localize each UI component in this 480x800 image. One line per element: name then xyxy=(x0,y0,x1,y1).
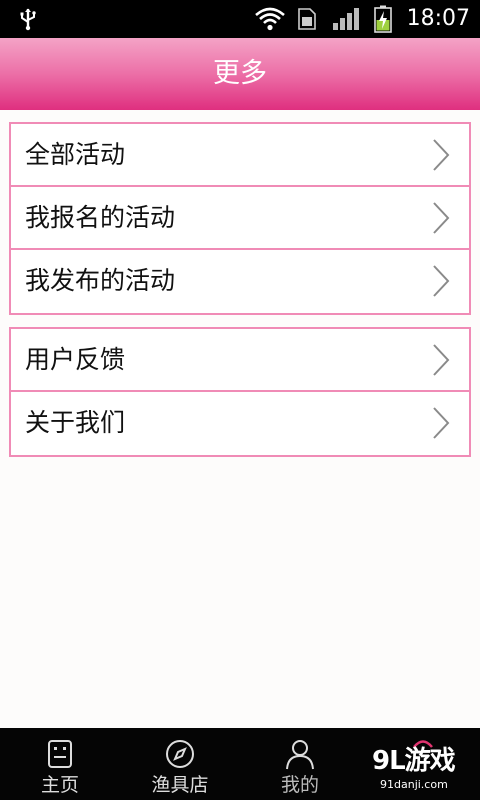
menu-item-label: 全部活动 xyxy=(25,140,126,169)
sim-card-icon xyxy=(298,8,316,30)
tab-mine[interactable]: 我的 xyxy=(240,728,360,800)
tab-tackle-shop[interactable]: 渔具店 xyxy=(120,728,240,800)
tab-label: 我的 xyxy=(280,774,319,796)
menu-item-label: 我发布的活动 xyxy=(25,266,176,295)
info-menu-group: 用户反馈 关于我们 xyxy=(9,327,471,457)
chevron-right-icon xyxy=(433,344,450,376)
menu-item-my-published-activities[interactable]: 我发布的活动 xyxy=(11,250,469,313)
tab-label: 主页 xyxy=(40,774,79,796)
watermark-logo: 9L游戏 91danji.com xyxy=(368,736,476,798)
page-title: 更多 xyxy=(213,58,267,89)
menu-item-label: 关于我们 xyxy=(25,408,126,437)
user-icon xyxy=(286,740,314,770)
page-header: 更多 xyxy=(0,38,480,110)
activity-menu-group: 全部活动 我报名的活动 我发布的活动 xyxy=(9,122,471,315)
tab-home[interactable]: 主页 xyxy=(0,728,120,800)
compass-icon xyxy=(166,740,194,768)
signal-icon xyxy=(333,8,359,30)
menu-item-all-activities[interactable]: 全部活动 xyxy=(11,124,469,187)
wifi-icon xyxy=(255,7,285,31)
chevron-right-icon xyxy=(433,407,450,439)
chevron-right-icon xyxy=(433,265,450,297)
chevron-right-icon xyxy=(433,202,450,234)
usb-icon xyxy=(20,8,36,31)
battery-charging-icon xyxy=(374,5,392,33)
menu-item-about-us[interactable]: 关于我们 xyxy=(11,392,469,455)
menu-item-label: 我报名的活动 xyxy=(25,203,176,232)
tab-label: 渔具店 xyxy=(151,774,209,796)
menu-item-my-registered-activities[interactable]: 我报名的活动 xyxy=(11,187,469,250)
watermark-logo-text: 9L游戏 xyxy=(372,746,456,776)
chevron-right-icon xyxy=(433,139,450,171)
menu-item-feedback[interactable]: 用户反馈 xyxy=(11,329,469,392)
status-bar: 18:07 xyxy=(0,0,480,38)
home-icon xyxy=(48,740,72,768)
menu-item-label: 用户反馈 xyxy=(25,345,126,374)
watermark-url: 91danji.com xyxy=(380,778,448,791)
status-clock: 18:07 xyxy=(406,6,470,31)
